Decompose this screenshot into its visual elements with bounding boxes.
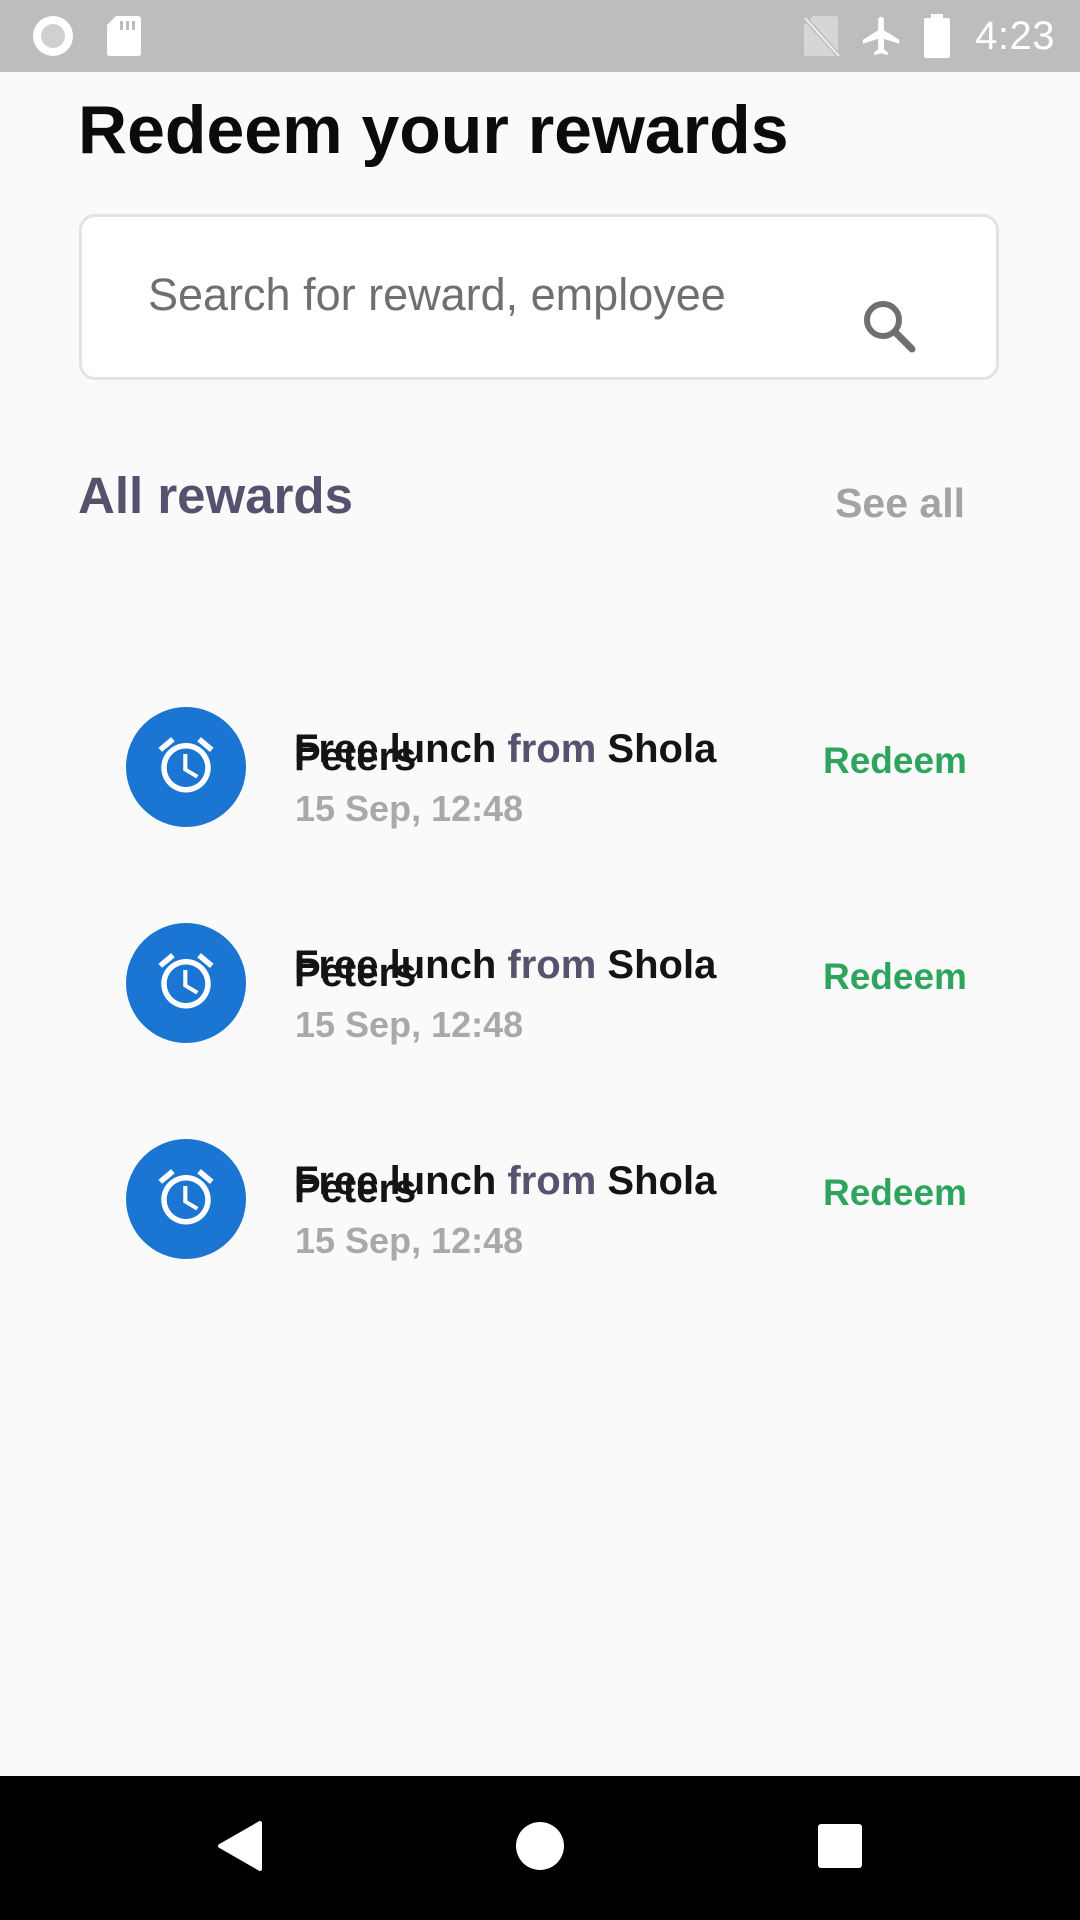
page-title: Redeem your rewards — [78, 92, 789, 168]
reward-item: Free lunch — [294, 727, 497, 771]
search-icon[interactable] — [860, 297, 918, 360]
reward-avatar — [126, 923, 246, 1043]
reward-row[interactable]: Peters Free lunch from Shola 15 Sep, 12:… — [0, 1139, 1080, 1279]
home-icon — [515, 1821, 565, 1876]
record-icon — [30, 13, 76, 59]
reward-giver: Shola — [607, 727, 717, 771]
section-title: All rewards — [78, 467, 353, 524]
status-time: 4:23 — [975, 13, 1055, 58]
reward-from-word: from — [507, 1159, 597, 1203]
back-icon — [216, 1820, 264, 1877]
no-sim-icon — [803, 14, 842, 58]
recents-icon — [817, 1823, 863, 1874]
reward-item: Free lunch — [294, 1159, 497, 1203]
see-all-link[interactable]: See all — [835, 478, 965, 528]
reward-date: 15 Sep, 12:48 — [295, 1220, 524, 1261]
alarm-clock-icon — [153, 732, 219, 803]
redeem-button[interactable]: Redeem — [823, 1171, 967, 1215]
status-bar-right: 4:23 — [803, 0, 1055, 72]
reward-from-word: from — [507, 727, 597, 771]
reward-title: Free lunch from Shola — [294, 941, 716, 989]
alarm-clock-icon — [153, 948, 219, 1019]
recents-button[interactable] — [760, 1776, 920, 1920]
reward-row[interactable]: Peters Free lunch from Shola 15 Sep, 12:… — [0, 707, 1080, 847]
battery-icon — [923, 13, 951, 59]
redeem-button[interactable]: Redeem — [823, 739, 967, 783]
nav-bar — [0, 1776, 1080, 1920]
status-bar-left — [30, 0, 142, 72]
reward-giver: Shola — [607, 1159, 717, 1203]
sd-card-icon — [106, 14, 142, 58]
reward-row[interactable]: Peters Free lunch from Shola 15 Sep, 12:… — [0, 923, 1080, 1063]
redeem-button[interactable]: Redeem — [823, 955, 967, 999]
airplane-mode-icon — [859, 13, 905, 59]
alarm-clock-icon — [153, 1164, 219, 1235]
reward-title: Free lunch from Shola — [294, 1157, 716, 1205]
reward-avatar — [126, 707, 246, 827]
reward-giver: Shola — [607, 943, 717, 987]
reward-date: 15 Sep, 12:48 — [295, 788, 524, 829]
reward-from-word: from — [507, 943, 597, 987]
home-button[interactable] — [460, 1776, 620, 1920]
back-button[interactable] — [160, 1776, 320, 1920]
search-box[interactable] — [79, 214, 999, 380]
reward-avatar — [126, 1139, 246, 1259]
search-input[interactable] — [148, 255, 868, 335]
reward-date: 15 Sep, 12:48 — [295, 1004, 524, 1045]
reward-title: Free lunch from Shola — [294, 725, 716, 773]
reward-item: Free lunch — [294, 943, 497, 987]
status-bar: 4:23 — [0, 0, 1080, 72]
